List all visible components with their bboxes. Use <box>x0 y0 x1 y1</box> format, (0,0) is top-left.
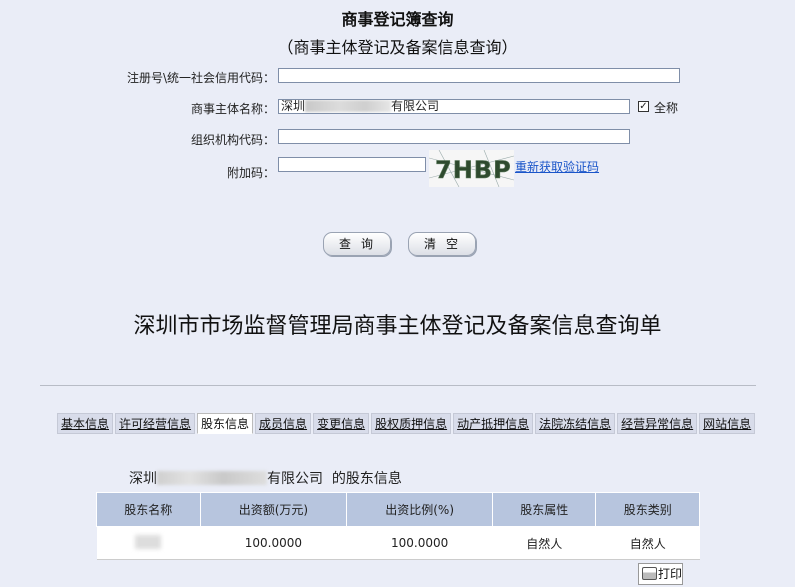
divider <box>40 385 756 386</box>
tab-website-info[interactable]: 网站信息 <box>699 413 756 434</box>
amount-cell: 100.0000 <box>200 526 347 560</box>
org-code-label: 组织机构代码： <box>190 133 275 147</box>
company-name-label: 商事主体名称： <box>190 102 275 116</box>
section-heading-suffix: 有限公司 的股东信息 <box>267 471 402 487</box>
ratio-cell: 100.0000 <box>346 526 493 560</box>
captcha-image[interactable]: 7HBP <box>429 150 514 187</box>
column-header: 股东属性 <box>491 492 597 527</box>
fullname-label: 全称 <box>654 101 679 115</box>
company-name-input[interactable]: 深圳 有限公司 <box>278 99 630 114</box>
reg-no-input[interactable] <box>278 68 680 83</box>
page-subtitle: （商事主体登记及备案信息查询） <box>277 38 518 57</box>
fullname-checkbox[interactable]: ✓ <box>638 101 649 112</box>
category-cell: 自然人 <box>595 526 700 560</box>
tab-equity-pledge-info[interactable]: 股权质押信息 <box>371 413 452 434</box>
shareholder-table: 股东名称 出资额(万元) 出资比例(%) 股东属性 股东类别 100.0000 … <box>96 492 700 560</box>
printer-icon <box>642 567 657 580</box>
print-label: 打印 <box>658 567 683 581</box>
tab-court-freeze-info[interactable]: 法院冻结信息 <box>535 413 616 434</box>
tab-change-info[interactable]: 变更信息 <box>313 413 370 434</box>
org-code-input[interactable] <box>278 129 630 144</box>
table-header-row: 股东名称 出资额(万元) 出资比例(%) 股东属性 股东类别 <box>96 492 700 527</box>
reg-no-label: 注册号\统一社会信用代码： <box>126 71 275 85</box>
shareholder-name-cell <box>96 526 200 560</box>
tab-abnormal-operation-info[interactable]: 经营异常信息 <box>617 413 698 434</box>
column-header: 出资额(万元) <box>199 492 348 527</box>
redacted-text <box>157 471 267 485</box>
attribute-cell: 自然人 <box>492 526 596 560</box>
query-button[interactable]: 查询 <box>323 232 391 256</box>
info-tabs: 基本信息 许可经营信息 股东信息 成员信息 变更信息 股权质押信息 动产抵押信息… <box>57 413 756 435</box>
column-header: 股东名称 <box>96 492 201 527</box>
section-heading-prefix: 深圳 <box>129 471 157 487</box>
tab-member-info[interactable]: 成员信息 <box>255 413 312 434</box>
redacted-text <box>305 100 392 112</box>
table-row: 100.0000 100.0000 自然人 自然人 <box>96 526 700 560</box>
captcha-text: 7HBP <box>435 156 512 184</box>
section-heading: 深圳 有限公司 的股东信息 <box>129 468 402 488</box>
company-name-prefix: 深圳 <box>281 99 306 113</box>
result-title: 深圳市市场监督管理局商事主体登记及备案信息查询单 <box>133 314 662 339</box>
column-header: 股东类别 <box>595 492 700 527</box>
tab-chattel-mortgage-info[interactable]: 动产抵押信息 <box>453 413 534 434</box>
tab-shareholder-info[interactable]: 股东信息 <box>197 413 254 434</box>
print-button[interactable]: 打印 <box>638 563 683 585</box>
captcha-label: 附加码： <box>226 166 275 180</box>
clear-button[interactable]: 清空 <box>408 232 476 256</box>
column-header: 出资比例(%) <box>346 492 493 527</box>
refresh-captcha-link[interactable]: 重新获取验证码 <box>515 158 599 175</box>
redacted-text <box>135 534 162 549</box>
tab-license-info[interactable]: 许可经营信息 <box>115 413 196 434</box>
company-name-suffix: 有限公司 <box>391 99 440 113</box>
page-title: 商事登记簿查询 <box>341 10 454 29</box>
tab-basic-info[interactable]: 基本信息 <box>57 413 114 434</box>
captcha-input[interactable] <box>278 157 426 172</box>
